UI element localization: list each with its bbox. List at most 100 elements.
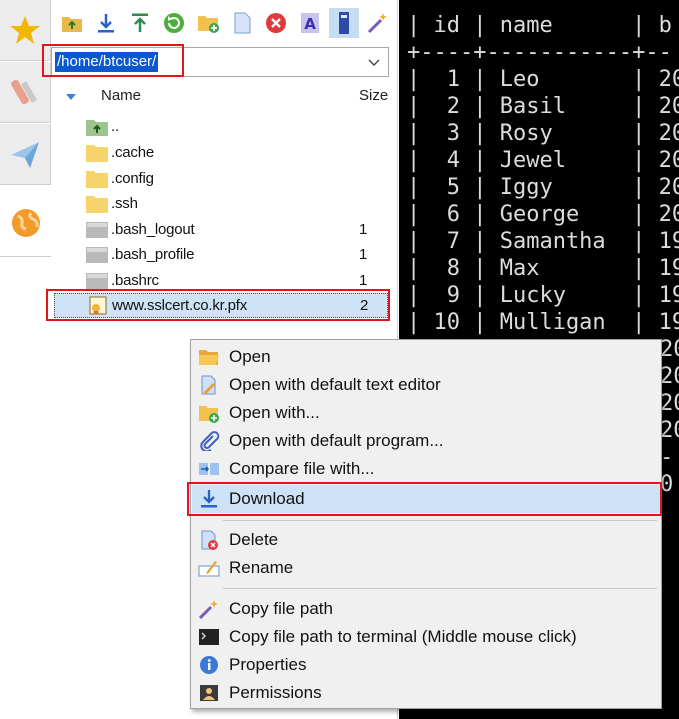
edit-file-icon [201,375,216,395]
file-size: 1 [359,272,368,289]
menu-item-open-default-program[interactable]: Open with default program... [192,427,660,455]
file-row-cache[interactable]: .cache [51,141,391,166]
permissions-icon [200,685,218,701]
file-size: 1 [359,221,368,238]
file-name: .bash_logout [111,221,195,238]
globe-icon [11,208,40,237]
delete-button[interactable] [261,8,291,38]
file-name: .. [111,118,119,135]
file-name: .bash_profile [111,246,195,263]
delete-icon [266,13,286,33]
file-row-bash-logout[interactable]: .bash_logout 1 [51,218,391,243]
column-header-name[interactable]: Name [101,87,141,104]
folder-icon [86,196,108,213]
menu-item-delete[interactable]: Delete [192,526,660,554]
compare-icon [199,463,219,475]
file-name: .ssh [111,195,138,212]
menu-item-label: Properties [229,655,307,674]
highlight-path [42,44,184,77]
highlight-download [187,482,662,516]
menu-item-label: Rename [229,558,294,577]
terminal-line: | 2 | Basil | 20 [407,94,679,119]
menu-item-properties[interactable]: Properties [192,651,660,679]
terminal-line: | 4 | Jewel | 20 [407,148,679,173]
terminal-line: 20 [660,391,679,416]
new-folder-icon [198,16,219,33]
terminal-line: | 10 | Mulligan | 19 [407,310,679,335]
terminal-line: | 6 | George | 20 [407,202,679,227]
menu-separator [223,520,657,521]
file-name: .bashrc [111,272,159,289]
terminal-line: | 9 | Lucky | 19 [407,283,679,308]
parent-folder-icon [62,17,82,32]
menu-item-label: Open with default program... [229,431,444,450]
star-icon [10,16,40,44]
menu-item-label: Compare file with... [229,459,375,478]
folder-open-icon [199,350,219,365]
terminal-button[interactable] [329,8,359,38]
info-icon [200,656,218,674]
refresh-icon [164,13,184,33]
menu-item-compare[interactable]: Compare file with... [192,455,660,483]
tab-send[interactable] [0,124,51,185]
magic-wand-icon [198,600,218,619]
menu-item-label: Copy file path [229,599,333,618]
file-name: .cache [111,144,154,161]
new-file-button[interactable] [227,8,257,38]
terminal-line: +----+-----------+-- [407,40,672,65]
magic-wand-icon [367,13,387,34]
rename-icon [198,561,220,577]
file-icon [86,247,108,263]
svg-text:A: A [304,15,316,33]
terminal-line: | 8 | Max | 19 [407,256,679,281]
file-row-parent[interactable]: .. [51,115,391,140]
new-folder-button[interactable] [193,8,223,38]
menu-item-permissions[interactable]: Permissions [192,679,660,707]
refresh-button[interactable] [159,8,189,38]
delete-file-icon [201,530,218,550]
menu-item-open-text-editor[interactable]: Open with default text editor [192,371,660,399]
menu-item-rename[interactable]: Rename [192,554,660,582]
send-icon [11,142,39,168]
menu-item-label: Open with... [229,403,320,422]
terminal-icon [199,629,219,645]
terminal-line: | id | name | b [407,13,672,38]
parent-folder-button[interactable] [57,8,87,38]
column-header-size[interactable]: Size [359,87,388,104]
chevron-down-icon[interactable] [366,54,382,70]
paperclip-icon [200,431,220,451]
menu-item-label: Open [229,347,271,366]
rename-icon: A [301,13,319,33]
new-file-icon [234,12,251,34]
file-name: .config [111,170,154,187]
menu-item-copy-path-terminal[interactable]: Copy file path to terminal (Middle mouse… [192,623,660,651]
terminal-line: | 5 | Iggy | 20 [407,175,679,200]
file-icon [86,273,108,289]
download-icon [98,14,114,33]
menu-item-label: Delete [229,530,279,549]
menu-separator [223,588,657,589]
magic-wand-button[interactable] [363,8,393,38]
open-with-icon [199,406,219,423]
menu-item-label: Permissions [229,683,322,702]
terminal-line: 20 [660,364,679,389]
file-row-bash-profile[interactable]: .bash_profile 1 [51,243,391,268]
download-button[interactable] [91,8,121,38]
parent-folder-icon [86,120,108,136]
context-menu: Open Open with default text editor Open … [190,339,662,709]
menu-item-open[interactable]: Open [192,343,660,371]
upload-icon [132,13,148,32]
file-size: 1 [359,246,368,263]
tab-remote[interactable] [0,189,51,257]
menu-item-open-with[interactable]: Open with... [192,399,660,427]
file-list-header: Name Size [51,82,391,110]
tools-icon [11,79,37,105]
terminal-line: | 7 | Samantha | 19 [407,229,679,254]
file-row-config[interactable]: .config [51,167,391,192]
menu-item-copy-path[interactable]: Copy file path [192,595,660,623]
file-row-ssh[interactable]: .ssh [51,192,391,217]
sftp-toolbar: A [51,0,398,46]
upload-button[interactable] [125,8,155,38]
sort-ascending-icon[interactable] [66,94,76,100]
rename-button[interactable]: A [295,8,325,38]
